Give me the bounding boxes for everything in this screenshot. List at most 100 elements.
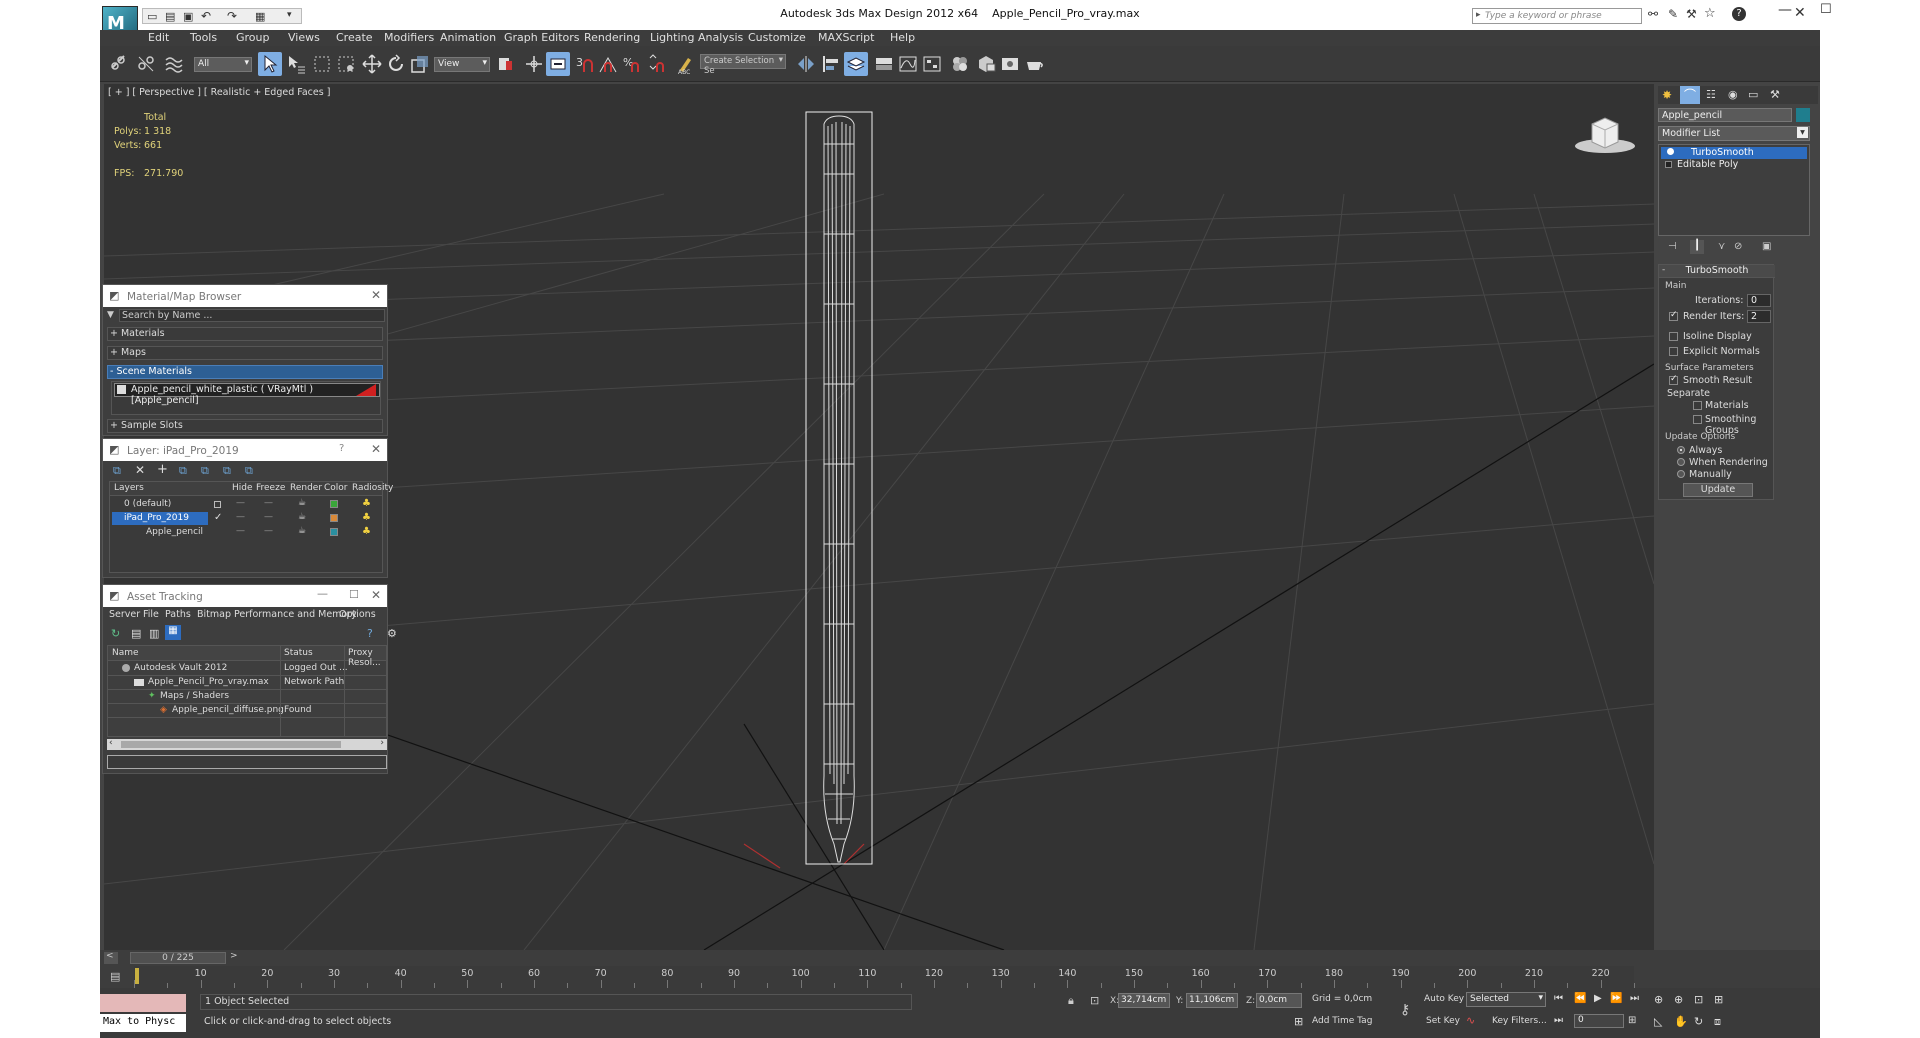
graphite-modeling-tools-icon[interactable] [872,52,896,76]
hide-toggle[interactable]: — [236,498,245,508]
scrollbar-thumb[interactable] [121,741,341,748]
previous-frame-icon[interactable]: ⏪ [1574,993,1586,1004]
column-layers[interactable]: Layers [114,483,144,493]
settings-icon[interactable]: ⚙ [387,627,397,640]
column-color[interactable]: Color [324,483,348,493]
column-render[interactable]: Render [290,483,322,493]
key-tangent-icon[interactable]: ∿ [1466,1014,1475,1027]
spinner-snap-toggle-icon[interactable] [644,52,668,76]
y-coordinate-field[interactable]: 11,106cm [1186,993,1238,1008]
maximize-viewport-toggle-icon[interactable]: ⧈ [1714,1015,1721,1029]
time-configuration-icon[interactable]: ⊞ [1628,1015,1636,1026]
light-bulb-icon[interactable] [1667,148,1674,155]
select-and-move-icon[interactable] [360,52,384,76]
table-view-icon[interactable]: ▦ [165,625,181,640]
material-item[interactable]: Apple_pencil_white_plastic ( VRayMtl ) [… [114,383,380,406]
smooth-result-checkbox[interactable] [1669,374,1678,385]
current-frame-marker[interactable] [135,968,139,984]
update-button[interactable]: Update [1683,483,1753,497]
x-coordinate-field[interactable]: 32,714cm [1118,993,1170,1008]
menu-lighting-analysis[interactable]: Lighting Analysis [650,31,743,44]
layer-row[interactable]: iPad_Pro_2019 ✓ — — ☕ ♣ [110,512,382,526]
modifier-list-dropdown[interactable]: Modifier List ▾ [1658,126,1810,141]
object-name-field[interactable]: Apple_pencil [1658,108,1792,122]
object-color-swatch[interactable] [1796,108,1810,122]
key-mode-toggle-icon[interactable]: ⏭ [1554,1015,1563,1026]
menu-graph-editors[interactable]: Graph Editors [504,31,580,44]
menu-modifiers[interactable]: Modifiers [384,31,434,44]
percent-snap-toggle-icon[interactable]: % [620,52,644,76]
freeze-all-layers-icon[interactable]: ⧉ [245,464,253,478]
group-sample-slots[interactable]: + Sample Slots [107,419,383,433]
maximize-panel-button[interactable]: ☐ [349,588,359,601]
close-panel-button[interactable]: ✕ [371,588,381,602]
go-to-end-icon[interactable]: ⏭ [1630,993,1639,1004]
material-search-input[interactable]: Search by Name ... [119,309,385,322]
stack-item-editable-poly[interactable]: Editable Poly [1661,159,1807,171]
keyboard-shortcut-override-icon[interactable] [546,52,570,76]
select-and-manipulate-icon[interactable] [522,52,546,76]
exchange-icon[interactable]: ⚒ [1686,7,1697,21]
asset-menu-options[interactable]: Options [339,609,376,620]
layer-color-swatch[interactable] [330,500,338,508]
horizontal-scrollbar[interactable]: ‹ › [107,738,387,750]
auto-key-button[interactable]: Auto Key [1424,994,1464,1004]
current-frame-field[interactable]: 0 [1574,1014,1624,1028]
time-slider[interactable]: 0 / 225 [130,952,226,964]
pivot-point-center-icon[interactable] [494,52,518,76]
select-and-rotate-icon[interactable] [384,52,408,76]
viewport-label[interactable]: [ + ] [ Perspective ] [ Realistic + Edge… [108,87,330,98]
rectangular-selection-icon[interactable] [310,52,334,76]
create-new-layer-icon[interactable]: ⧉ [113,464,121,478]
zoom-extents-icon[interactable]: ⊡ [1694,993,1703,1006]
material-editor-icon[interactable] [948,52,972,76]
search-box[interactable]: ▸ Type a keyword or phrase [1472,8,1642,24]
select-and-scale-icon[interactable] [408,52,432,76]
set-key-button[interactable]: Set Key [1426,1016,1460,1026]
selection-filter-dropdown[interactable]: All ▾ [194,57,252,72]
next-frame-icon[interactable]: > [230,951,238,961]
render-iters-checkbox[interactable] [1669,310,1678,321]
display-tab-icon[interactable]: ▭ [1748,88,1758,101]
layer-row[interactable]: Apple_pencil — — ☕ ♣ [110,526,382,540]
delete-layer-icon[interactable]: ✕ [135,463,145,477]
add-to-layer-icon[interactable]: + [157,462,168,477]
key-mode-icon[interactable]: ▤ [110,970,120,983]
zoom-all-icon[interactable]: ⊕ [1674,993,1683,1006]
orbit-icon[interactable]: ↻ [1694,1015,1703,1028]
stack-item-turbosmooth[interactable]: TurboSmooth [1661,147,1807,159]
communication-icon[interactable]: ✎ [1668,7,1678,21]
select-and-link-icon[interactable] [106,52,130,76]
modify-tab-icon[interactable]: ⌒ [1680,86,1700,104]
unlink-selection-icon[interactable] [134,52,158,76]
menu-edit[interactable]: Edit [148,31,169,44]
minimize-panel-button[interactable]: — [317,587,328,600]
pin-stack-icon[interactable]: ⊣ [1668,241,1677,252]
prev-frame-icon[interactable]: < [106,951,114,961]
column-name[interactable]: Name [112,648,139,658]
go-to-start-icon[interactable]: ⏮ [1554,993,1563,1004]
explicit-normals-checkbox[interactable] [1669,347,1678,356]
utilities-tab-icon[interactable]: ⚒ [1770,88,1780,101]
remove-modifier-icon[interactable]: ⊘ [1734,241,1742,252]
hierarchy-tab-icon[interactable]: ☷ [1706,88,1716,101]
help-question-icon[interactable]: ? [367,627,373,640]
menu-create[interactable]: Create [336,31,373,44]
radiosity-icon[interactable]: ♣ [362,512,371,523]
menu-animation[interactable]: Animation [440,31,496,44]
absolute-mode-icon[interactable]: ⊡ [1090,994,1099,1007]
menu-views[interactable]: Views [288,31,320,44]
render-teapot-icon[interactable]: ☕ [298,512,306,522]
highlight-layer-icon[interactable]: ⧉ [201,464,209,478]
active-layer-check-icon[interactable]: ✓ [214,512,222,523]
group-materials[interactable]: + Materials [107,327,383,341]
select-by-name-icon[interactable] [284,52,308,76]
zoom-extents-all-icon[interactable]: ⊞ [1714,993,1723,1006]
render-teapot-icon[interactable]: ☕ [298,526,306,536]
iterations-spinner[interactable]: 0 [1747,294,1771,307]
menu-tools[interactable]: Tools [190,31,217,44]
schematic-view-icon[interactable] [920,52,944,76]
align-icon[interactable] [818,52,842,76]
add-time-tag-button[interactable]: Add Time Tag [1312,1016,1372,1026]
update-always-radio[interactable] [1677,446,1685,454]
